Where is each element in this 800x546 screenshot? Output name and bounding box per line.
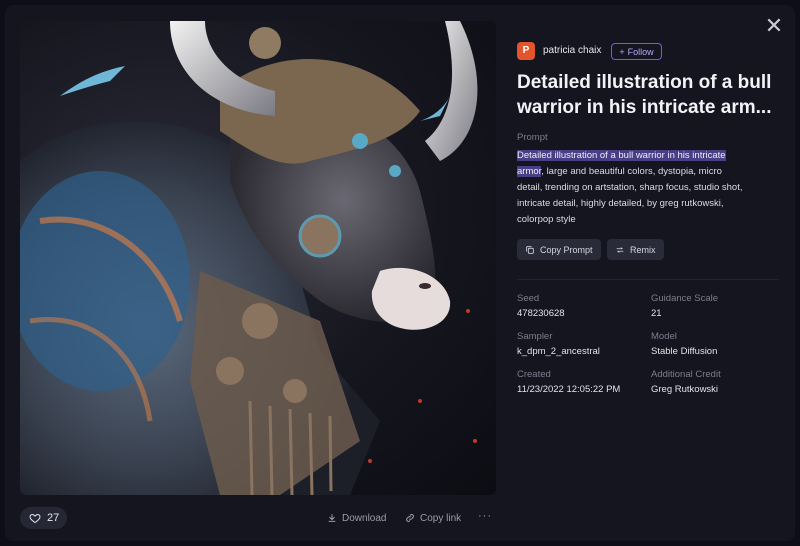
author-avatar[interactable]: P: [517, 42, 535, 60]
artwork-image: [20, 21, 496, 495]
prompt-rest: , large and beautiful colors, dystopia, …: [517, 166, 743, 225]
prompt-label: Prompt: [517, 132, 548, 143]
close-icon[interactable]: ✕: [763, 15, 785, 37]
created-value: 11/23/2022 12:05:22 PM: [517, 384, 621, 395]
seed-value: 478230628: [517, 308, 565, 319]
author-name[interactable]: patricia chaix: [543, 45, 601, 56]
credit-value: Greg Rutkowski: [651, 384, 719, 395]
created-label: Created: [517, 369, 551, 380]
copy-link-button[interactable]: Copy link: [405, 511, 461, 525]
credit-label: Additional Credit: [651, 369, 721, 380]
follow-button[interactable]: + Follow: [611, 43, 662, 60]
model-value: Stable Diffusion: [651, 346, 718, 357]
guidance-value: 21: [651, 308, 662, 319]
copy-icon: [526, 245, 534, 254]
bull-warrior-illustration: [20, 21, 478, 495]
remix-icon: [616, 246, 624, 253]
like-button[interactable]: 27: [20, 507, 67, 529]
download-button[interactable]: Download: [327, 511, 386, 525]
seed-label: Seed: [517, 293, 540, 304]
like-count: 27: [47, 512, 60, 524]
copy-prompt-button[interactable]: Copy Prompt: [517, 239, 601, 260]
remix-button[interactable]: Remix: [607, 239, 664, 260]
follow-label: Follow: [627, 46, 654, 57]
remix-label: Remix: [630, 244, 656, 255]
heart-icon: [29, 513, 41, 524]
link-icon: [406, 514, 414, 522]
model-label: Model: [651, 331, 677, 342]
more-options-icon[interactable]: ···: [478, 510, 492, 522]
sampler-label: Sampler: [517, 331, 553, 342]
download-icon: [328, 514, 336, 522]
divider: [517, 279, 779, 280]
download-label: Download: [342, 512, 387, 524]
image-title: Detailed illustration of a bull warrior …: [517, 72, 772, 118]
copy-prompt-label: Copy Prompt: [540, 244, 593, 255]
copy-link-label: Copy link: [420, 512, 462, 524]
guidance-label: Guidance Scale: [651, 293, 719, 304]
plus-icon: +: [619, 46, 625, 57]
prompt-text: Detailed illustration of a bull warrior …: [517, 148, 747, 228]
sampler-value: k_dpm_2_ancestral: [517, 346, 600, 357]
